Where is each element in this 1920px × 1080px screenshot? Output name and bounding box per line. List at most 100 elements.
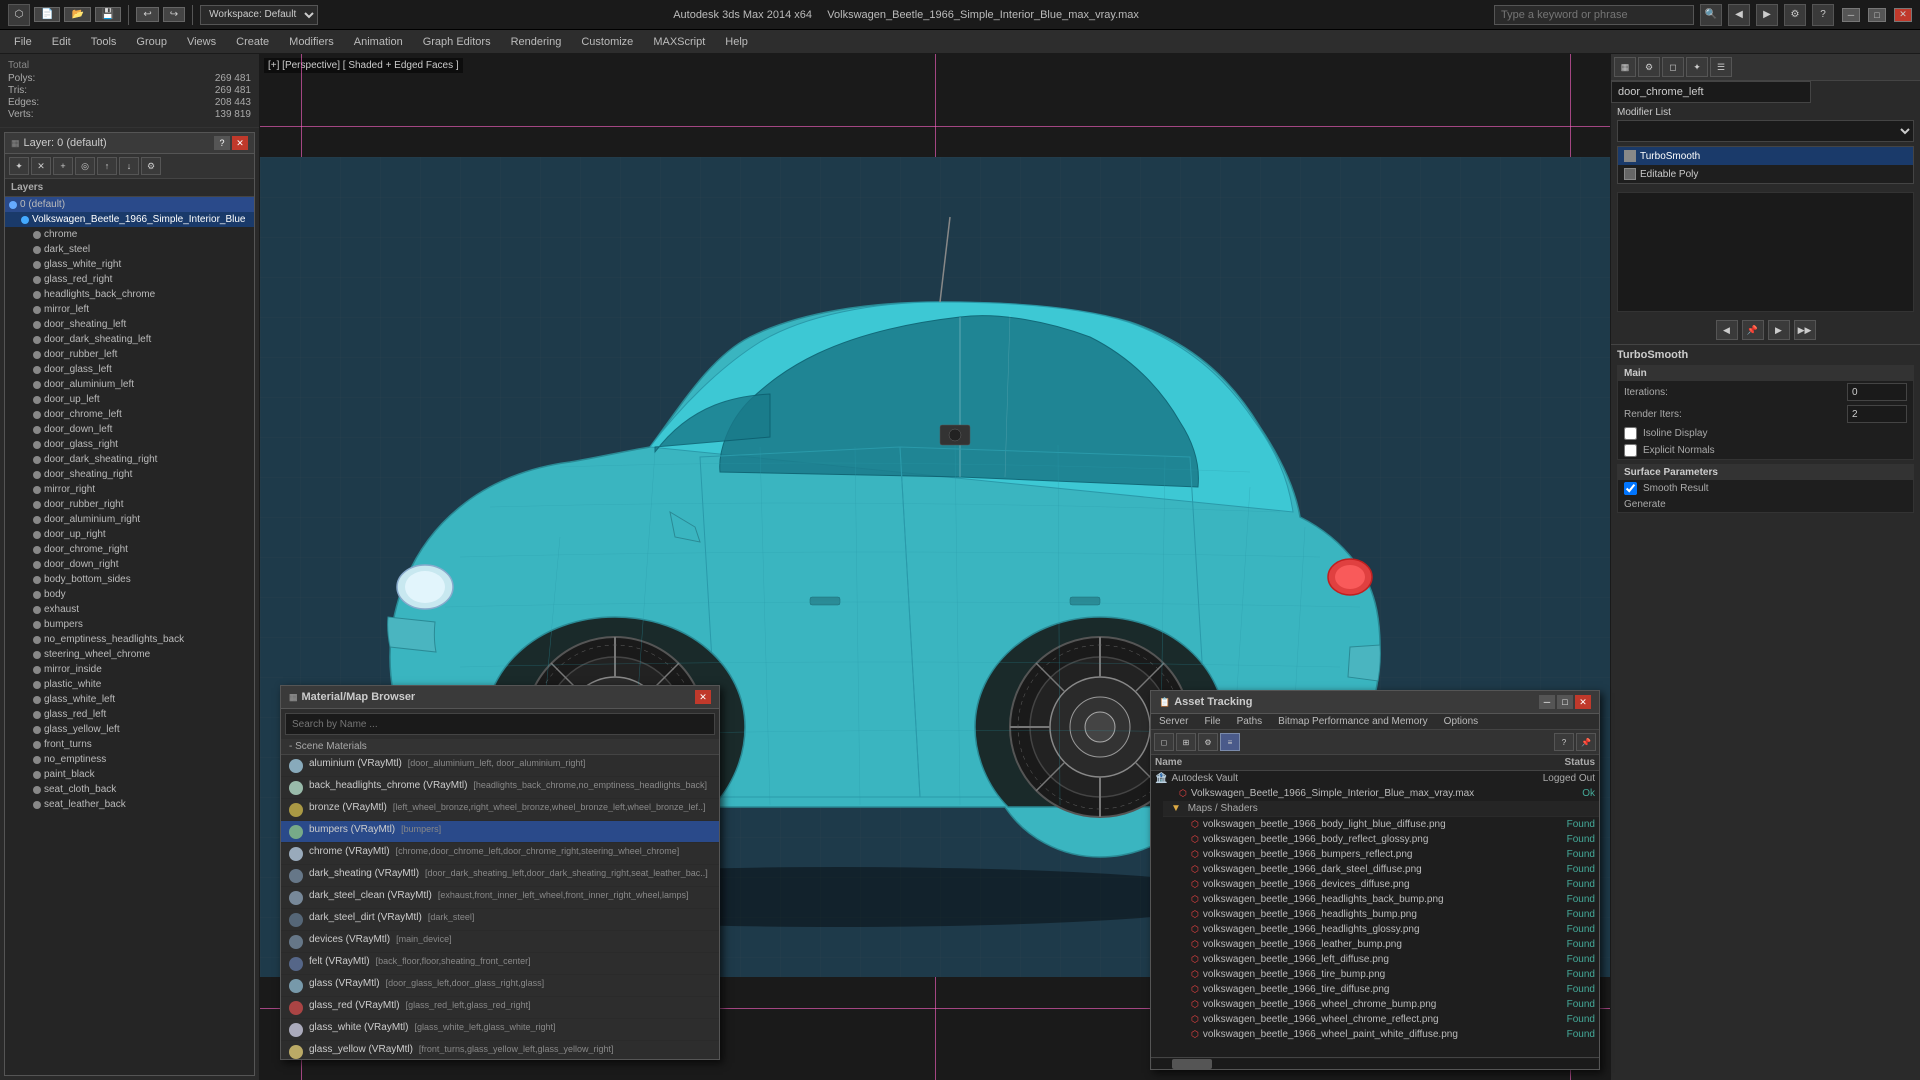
mat-item-10[interactable]: glass (VRayMtl) [door_glass_left,door_gl… [281,975,719,997]
menu-rendering[interactable]: Rendering [501,34,572,50]
layer-item-26[interactable]: body [5,587,254,602]
save-btn[interactable]: 💾 [95,7,121,22]
layer-item-8[interactable]: door_sheating_left [5,317,254,332]
minimize-button[interactable]: ─ [1842,8,1860,22]
layer-item-18[interactable]: door_sheating_right [5,467,254,482]
redo-btn[interactable]: ↪ [163,7,185,22]
asset-tree[interactable]: 🏦 Autodesk Vault Logged Out ⬡ Volkswagen… [1151,771,1599,1057]
mat-item-2[interactable]: bronze (VRayMtl) [left_wheel_bronze,righ… [281,799,719,821]
asset-file-13[interactable]: ⬡volkswagen_beetle_1966_wheel_chrome_ref… [1171,1012,1599,1027]
layer-item-3[interactable]: dark_steel [5,242,254,257]
right-tool-1[interactable]: ▦ [1614,57,1636,77]
prop-group-surface-header[interactable]: Surface Parameters [1618,465,1913,480]
layer-item-25[interactable]: body_bottom_sides [5,572,254,587]
layer-tool-add[interactable]: + [53,157,73,175]
mat-item-3[interactable]: bumpers (VRayMtl) [bumpers] [281,821,719,843]
layer-item-10[interactable]: door_rubber_left [5,347,254,362]
mat-search-input[interactable] [285,713,715,735]
mat-browser-close-btn[interactable]: ✕ [695,690,711,704]
menu-tools[interactable]: Tools [81,34,127,50]
asset-menu-server[interactable]: Server [1151,714,1196,729]
mat-item-0[interactable]: aluminium (VRayMtl) [door_aluminium_left… [281,755,719,777]
next-search-icon[interactable]: ▶ [1756,4,1778,26]
layer-item-13[interactable]: door_up_left [5,392,254,407]
mat-scene-materials-header[interactable]: - Scene Materials [281,739,719,755]
layers-list[interactable]: 0 (default)Volkswagen_Beetle_1966_Simple… [5,197,254,1075]
modifier-dropdown[interactable] [1617,120,1914,142]
scroll-thumb[interactable] [1172,1059,1212,1069]
mat-item-1[interactable]: back_headlights_chrome (VRayMtl) [headli… [281,777,719,799]
iterations-input[interactable] [1847,383,1907,401]
workspace-select[interactable]: Workspace: Default [200,5,318,25]
prop-group-main-header[interactable]: Main [1618,366,1913,381]
nav-pin[interactable]: 📌 [1742,320,1764,340]
asset-tool-3[interactable]: ⚙ [1198,733,1218,751]
layer-tool-move-down[interactable]: ↓ [119,157,139,175]
maximize-button[interactable]: □ [1868,8,1886,22]
menu-help[interactable]: Help [715,34,758,50]
layer-tool-delete[interactable]: ✕ [31,157,51,175]
render-iters-input[interactable] [1847,405,1907,423]
asset-minimize-btn[interactable]: ─ [1539,695,1555,709]
new-btn[interactable]: 📄 [34,7,60,22]
asset-tool-pin[interactable]: 📌 [1576,733,1596,751]
layer-tool-options[interactable]: ⚙ [141,157,161,175]
smooth-result-checkbox[interactable] [1624,482,1637,495]
asset-file-12[interactable]: ⬡volkswagen_beetle_1966_wheel_chrome_bum… [1171,997,1599,1012]
layer-item-38[interactable]: paint_black [5,767,254,782]
settings-icon[interactable]: ⚙ [1784,4,1806,26]
layer-item-14[interactable]: door_chrome_left [5,407,254,422]
asset-file-8[interactable]: ⬡volkswagen_beetle_1966_leather_bump.png… [1171,937,1599,952]
asset-col-name-header[interactable]: Name [1155,757,1515,768]
mat-item-8[interactable]: devices (VRayMtl) [main_device] [281,931,719,953]
asset-menu-bitmap[interactable]: Bitmap Performance and Memory [1270,714,1436,729]
layer-item-29[interactable]: no_emptiness_headlights_back [5,632,254,647]
layer-item-4[interactable]: glass_white_right [5,257,254,272]
mat-item-5[interactable]: dark_sheating (VRayMtl) [door_dark_sheat… [281,865,719,887]
help-icon[interactable]: ? [1812,4,1834,26]
asset-tool-help[interactable]: ? [1554,733,1574,751]
layer-item-34[interactable]: glass_red_left [5,707,254,722]
menu-graph-editors[interactable]: Graph Editors [413,34,501,50]
layer-item-6[interactable]: headlights_back_chrome [5,287,254,302]
menu-customize[interactable]: Customize [571,34,643,50]
undo-btn[interactable]: ↩ [136,7,158,22]
mat-item-13[interactable]: glass_yellow (VRayMtl) [front_turns,glas… [281,1041,719,1059]
layer-item-28[interactable]: bumpers [5,617,254,632]
layer-item-17[interactable]: door_dark_sheating_right [5,452,254,467]
nav-more[interactable]: ▶▶ [1794,320,1816,340]
right-tool-5[interactable]: ☰ [1710,57,1732,77]
nav-next[interactable]: ▶ [1768,320,1790,340]
layer-item-35[interactable]: glass_yellow_left [5,722,254,737]
layer-item-16[interactable]: door_glass_right [5,437,254,452]
asset-file-7[interactable]: ⬡volkswagen_beetle_1966_headlights_gloss… [1171,922,1599,937]
mat-item-4[interactable]: chrome (VRayMtl) [chrome,door_chrome_lef… [281,843,719,865]
layer-item-9[interactable]: door_dark_sheating_left [5,332,254,347]
asset-file-11[interactable]: ⬡volkswagen_beetle_1966_tire_diffuse.png… [1171,982,1599,997]
layer-item-30[interactable]: steering_wheel_chrome [5,647,254,662]
mat-item-6[interactable]: dark_steel_clean (VRayMtl) [exhaust,fron… [281,887,719,909]
asset-menu-options[interactable]: Options [1436,714,1486,729]
menu-views[interactable]: Views [177,34,226,50]
layer-item-2[interactable]: chrome [5,227,254,242]
menu-modifiers[interactable]: Modifiers [279,34,344,50]
isoline-checkbox[interactable] [1624,427,1637,440]
layer-item-37[interactable]: no_emptiness [5,752,254,767]
asset-subfolder-maps[interactable]: ▼ Maps / Shaders [1163,801,1599,817]
layer-item-12[interactable]: door_aluminium_left [5,377,254,392]
menu-edit[interactable]: Edit [42,34,81,50]
search-input[interactable] [1494,5,1694,25]
menu-animation[interactable]: Animation [344,34,413,50]
layer-item-19[interactable]: mirror_right [5,482,254,497]
layer-item-21[interactable]: door_aluminium_right [5,512,254,527]
layers-close-btn[interactable]: ✕ [232,136,248,150]
mat-item-9[interactable]: felt (VRayMtl) [back_floor,floor,sheatin… [281,953,719,975]
close-button[interactable]: ✕ [1894,8,1912,22]
layer-item-1[interactable]: Volkswagen_Beetle_1966_Simple_Interior_B… [5,212,254,227]
asset-close-btn[interactable]: ✕ [1575,695,1591,709]
asset-tool-2[interactable]: ⊞ [1176,733,1196,751]
menu-file[interactable]: File [4,34,42,50]
menu-maxscript[interactable]: MAXScript [643,34,715,50]
layer-item-22[interactable]: door_up_right [5,527,254,542]
asset-menu-paths[interactable]: Paths [1229,714,1271,729]
